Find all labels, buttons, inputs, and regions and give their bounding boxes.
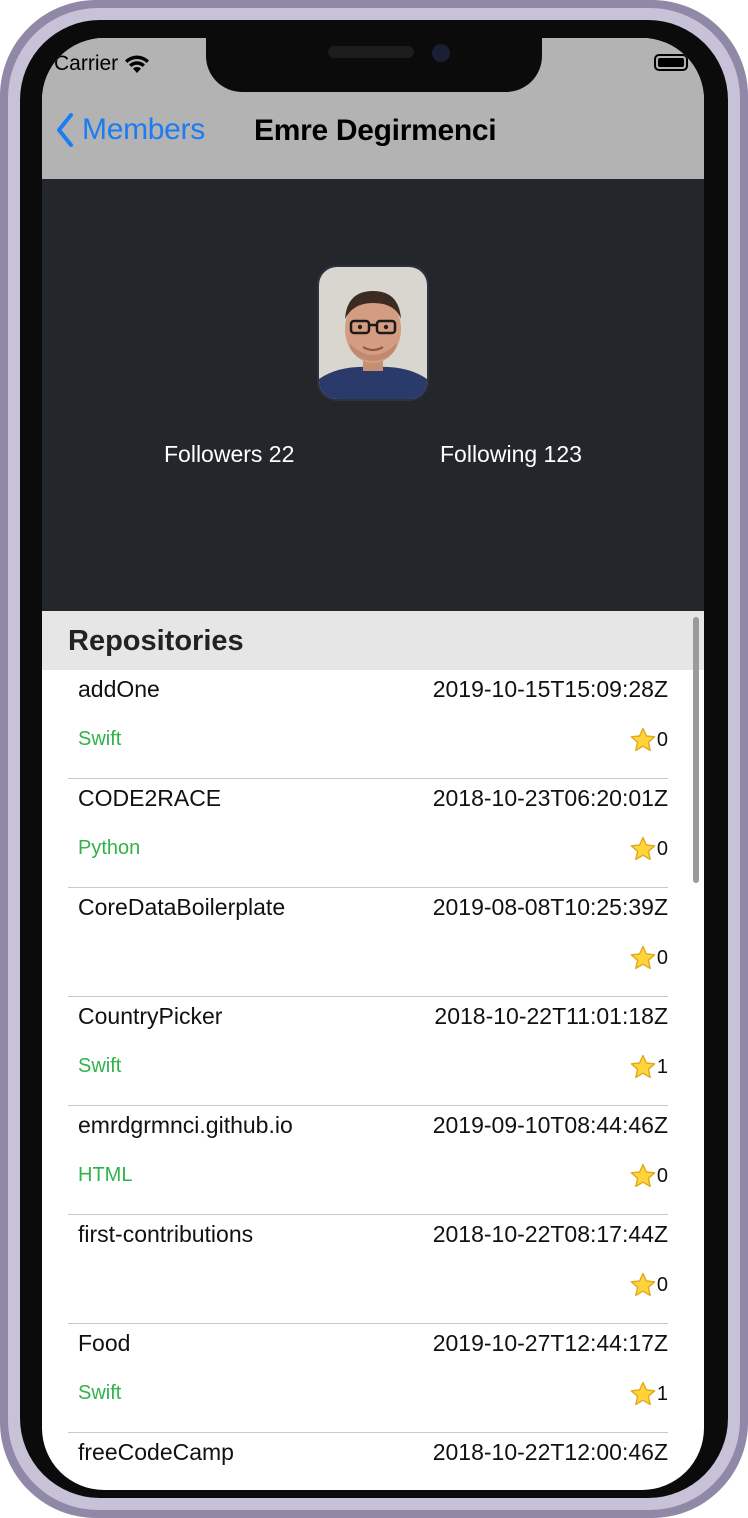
notch	[206, 38, 542, 92]
profile-header: Followers 22 Following 123	[42, 179, 704, 611]
repository-list: addOne 2019-10-15T15:09:28Z Swift 0 CODE2RAC…	[42, 670, 704, 1490]
table-row[interactable]: Food 2019-10-27T12:44:17Z Swift 1	[68, 1324, 668, 1433]
star-count: 1	[656, 1055, 668, 1078]
star-count: 0	[656, 1164, 668, 1187]
speaker-grille	[328, 46, 414, 58]
table-row[interactable]: emrdgrmnci.github.io 2019-09-10T08:44:46Z…	[68, 1106, 668, 1215]
back-button[interactable]: Members	[56, 112, 205, 148]
repo-stars: 1	[629, 1053, 668, 1081]
wifi-icon	[125, 55, 150, 73]
front-camera	[432, 44, 450, 62]
repo-updated-date: 2018-10-22T08:17:44Z	[432, 1221, 668, 1247]
repo-stars: 0	[629, 1271, 668, 1299]
star-icon	[630, 945, 656, 970]
repo-language: Swift	[78, 728, 122, 750]
star-count: 0	[656, 837, 668, 860]
repo-name: CountryPicker	[78, 1003, 223, 1029]
navigation-bar: Carrier Members Emre Degirmenci	[42, 38, 704, 179]
repositories-section-header: Repositories	[42, 611, 704, 670]
star-icon	[630, 1381, 656, 1406]
star-icon	[630, 836, 656, 861]
battery-icon	[654, 54, 688, 71]
repo-updated-date: 2019-10-15T15:09:28Z	[432, 676, 668, 702]
repo-name: CODE2RACE	[78, 785, 222, 811]
table-row[interactable]: CountryPicker 2018-10-22T11:01:18Z Swift 1	[68, 997, 668, 1106]
status-bar-carrier: Carrier	[54, 52, 150, 76]
repo-stars: 0	[629, 835, 668, 863]
repo-name: Food	[78, 1330, 131, 1356]
repo-name: emrdgrmnci.github.io	[78, 1112, 293, 1138]
star-icon	[630, 727, 656, 752]
table-row[interactable]: freeCodeCamp 2018-10-22T12:00:46Z	[68, 1433, 668, 1490]
repo-stars: 0	[629, 944, 668, 972]
repo-updated-date: 2018-10-22T11:01:18Z	[434, 1003, 668, 1029]
star-icon	[630, 1054, 656, 1079]
scrollbar[interactable]	[693, 617, 699, 883]
repo-language: Swift	[78, 1055, 122, 1077]
star-count: 0	[656, 1273, 668, 1296]
repo-updated-date: 2018-10-22T12:00:46Z	[432, 1439, 668, 1465]
back-button-label: Members	[82, 113, 205, 146]
table-row[interactable]: first-contributions 2018-10-22T08:17:44Z 0	[68, 1215, 668, 1324]
repo-stars: 0	[629, 1162, 668, 1190]
following-count: Following 123	[440, 441, 582, 467]
volume-up-button	[0, 300, 4, 400]
repo-stars: 0	[629, 726, 668, 754]
repo-updated-date: 2019-08-08T10:25:39Z	[432, 894, 668, 920]
mute-switch	[0, 190, 4, 250]
repo-stars: 1	[629, 1380, 668, 1408]
repo-language: Swift	[78, 1382, 122, 1404]
page-title: Emre Degirmenci	[254, 114, 497, 147]
table-row[interactable]: CODE2RACE 2018-10-23T06:20:01Z Python 0	[68, 779, 668, 888]
star-count: 1	[656, 1382, 668, 1405]
repo-updated-date: 2018-10-23T06:20:01Z	[432, 785, 668, 811]
power-button	[744, 300, 748, 460]
repo-name: freeCodeCamp	[78, 1439, 234, 1465]
repo-language: HTML	[78, 1164, 133, 1186]
volume-down-button	[0, 410, 4, 510]
table-row[interactable]: addOne 2019-10-15T15:09:28Z Swift 0	[68, 670, 668, 779]
followers-count: Followers 22	[164, 441, 295, 467]
carrier-label: Carrier	[54, 52, 119, 75]
star-count: 0	[656, 946, 668, 969]
table-row[interactable]: CoreDataBoilerplate 2019-08-08T10:25:39Z 0	[68, 888, 668, 997]
star-count: 0	[656, 728, 668, 751]
repo-name: first-contributions	[78, 1221, 254, 1247]
app-screen: Carrier Members Emre Degirmenci Follower…	[42, 38, 704, 1490]
star-icon	[630, 1272, 656, 1297]
repo-updated-date: 2019-09-10T08:44:46Z	[432, 1112, 668, 1138]
chevron-left-icon	[57, 113, 73, 147]
section-title: Repositories	[68, 625, 244, 657]
repo-language: Python	[78, 837, 141, 859]
repo-updated-date: 2019-10-27T12:44:17Z	[432, 1330, 668, 1356]
avatar	[317, 265, 429, 401]
avatar-image	[319, 267, 427, 399]
repo-name: CoreDataBoilerplate	[78, 894, 286, 920]
repo-name: addOne	[78, 676, 160, 702]
star-icon	[630, 1163, 656, 1188]
